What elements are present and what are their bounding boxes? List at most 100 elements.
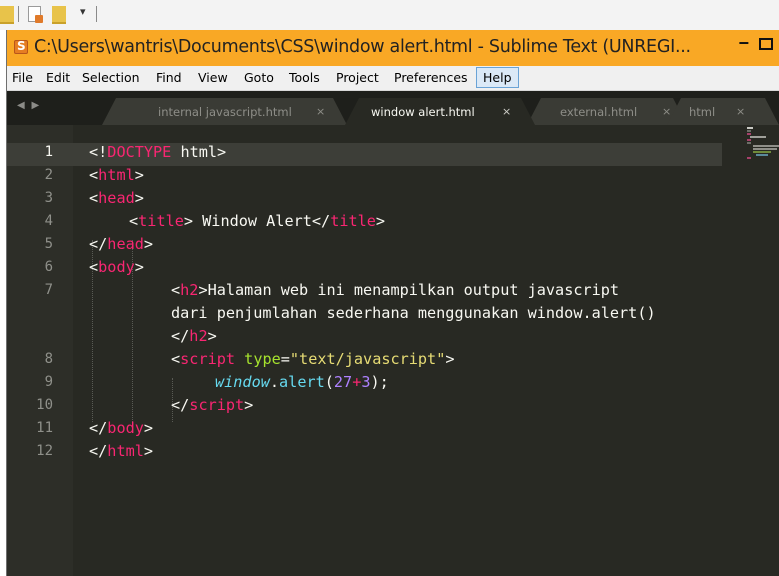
code-token: </ [171,396,190,414]
menu-view[interactable]: View [198,70,228,85]
code-token: > Window Alert</ [183,212,331,230]
menu-goto[interactable]: Goto [244,70,274,85]
code-line-5: </head> [89,235,153,253]
code-token: 27 [333,373,353,391]
code-token: . [269,373,280,391]
customize-dropdown-icon[interactable]: ▾ [80,5,86,18]
code-line-7-wrap: dari penjumlahan sederhana menggunakan w… [171,304,656,322]
code-token: type [235,350,281,368]
tab-html[interactable]: html × [667,98,779,125]
menu-preferences[interactable]: Preferences [394,70,468,85]
code-token: > [143,235,154,253]
tab-internal-javascript[interactable]: internal javascript.html × [102,98,347,125]
menu-help[interactable]: Help [476,67,519,88]
tab-nav-arrows-icon[interactable]: ◀ ▶ [17,100,41,111]
code-line-8: <script type="text/javascript"> [171,350,455,368]
code-token: < [89,189,99,207]
minimap-line [753,145,779,147]
code-token: > [244,396,254,414]
tab-label: window alert.html [371,105,475,119]
code-token: h2 [189,327,208,345]
code-token: html [98,166,135,184]
code-line-12: </html> [89,442,153,460]
tab-label: html [689,105,716,119]
menu-selection[interactable]: Selection [82,70,140,85]
code-token: </ [89,419,108,437]
sublime-logo-icon [14,39,28,54]
code-editor[interactable]: 1 2 3 4 5 6 7 8 9 10 11 12 <!DOCTYPE htm… [7,125,779,576]
tab-label: external.html [560,105,638,119]
minimap-line [747,133,751,135]
menu-bar: File Edit Selection Find View Goto Tools… [7,66,779,91]
line-number: 8 [44,351,53,367]
code-token: > [134,189,144,207]
window-title: C:\Users\wantris\Documents\CSS\window al… [34,37,691,57]
code-line-2: <html> [89,166,144,184]
code-token: < [129,212,139,230]
code-token: script [180,350,236,368]
new-folder-icon[interactable] [52,6,66,24]
line-number: 9 [44,374,53,390]
code-token: > [375,212,386,230]
tab-close-icon[interactable]: × [502,105,511,118]
code-token: DOCTYPE [107,143,172,161]
line-number: 11 [36,420,53,436]
menu-find[interactable]: Find [156,70,182,85]
minimap-line [747,127,753,129]
code-token: > [143,442,154,460]
code-token: body [98,258,135,276]
code-line-10: </script> [171,396,253,414]
tab-close-icon[interactable]: × [316,105,325,118]
code-token: >Halaman web ini menampilkan output java… [198,281,620,299]
code-line-7: <h2>Halaman web ini menampilkan output j… [171,281,619,299]
code-line-3: <head> [89,189,144,207]
code-token: </ [89,442,108,460]
properties-icon[interactable] [28,6,43,23]
tab-close-icon[interactable]: × [736,105,745,118]
code-token: < [89,258,99,276]
code-token: h2 [180,281,199,299]
line-number: 6 [44,259,53,275]
menu-tools[interactable]: Tools [289,70,320,85]
code-token: > [207,327,217,345]
tab-window-alert[interactable]: window alert.html × [345,98,535,125]
minimap-line [747,142,751,144]
code-token: title [138,212,184,230]
folder-icon[interactable] [0,6,14,24]
code-token: dari penjumlahan sederhana menggunakan w… [171,304,656,322]
separator [96,6,97,22]
code-token: "text/javascript" [289,350,446,368]
menu-edit[interactable]: Edit [46,70,70,85]
minimap-line [750,136,766,138]
line-number: 1 [44,144,53,160]
menu-file[interactable]: File [12,70,33,85]
line-number: 3 [44,190,53,206]
line-number: 2 [44,167,53,183]
sublime-window: C:\Users\wantris\Documents\CSS\window al… [7,30,779,576]
code-token: </ [171,327,190,345]
code-token: + [352,373,362,391]
maximize-button[interactable] [759,38,773,50]
line-number: 5 [44,236,53,252]
code-token: window [215,373,270,391]
menu-project[interactable]: Project [336,70,379,85]
line-number: 7 [44,282,53,298]
code-token: alert [279,373,325,391]
minimize-button[interactable]: − [738,33,749,54]
code-token: </ [89,235,108,253]
code-token: ( [324,373,334,391]
minimap-line [747,130,751,132]
title-bar[interactable]: C:\Users\wantris\Documents\CSS\window al… [7,30,779,66]
minimap-line [753,148,777,150]
code-token: title [330,212,376,230]
code-token: < [171,281,181,299]
code-line-11: </body> [89,419,153,437]
code-token: > [143,419,154,437]
code-line-4: <title> Window Alert</title> [129,212,385,230]
minimap-line [753,151,771,153]
code-token: head [107,235,144,253]
code-token: ); [370,373,389,391]
line-number: 12 [36,443,53,459]
tab-label: internal javascript.html [158,105,292,119]
minimap[interactable] [747,125,779,165]
